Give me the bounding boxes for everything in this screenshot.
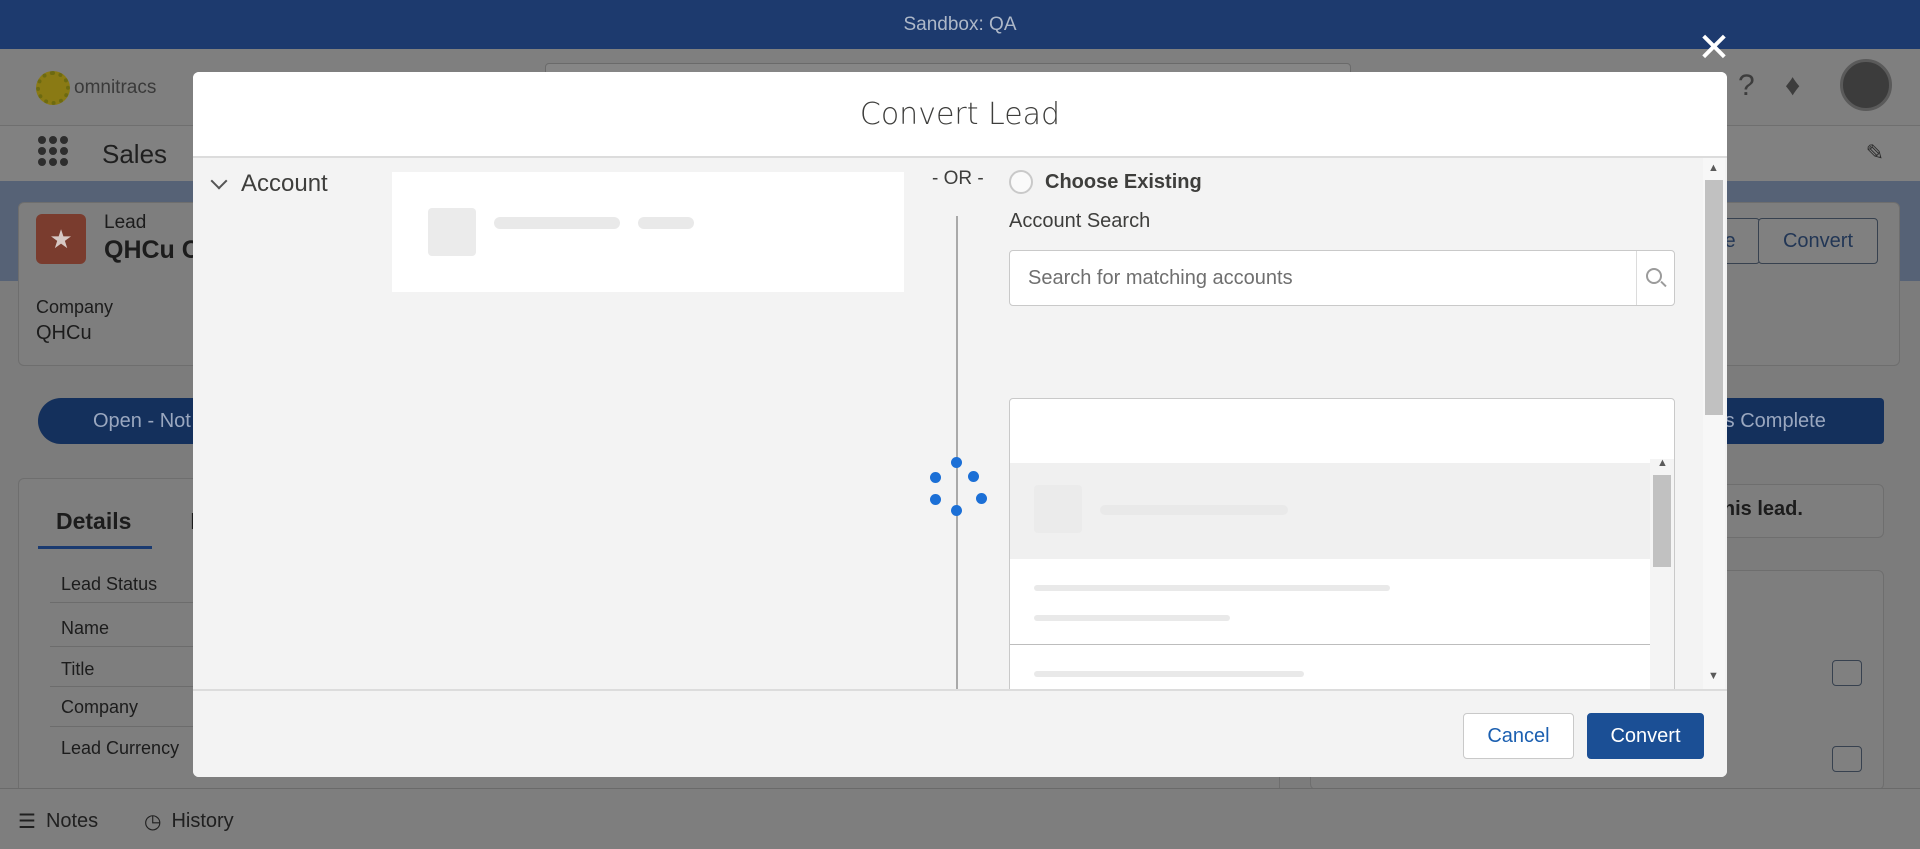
skeleton-avatar: [1034, 485, 1082, 533]
account-search-field[interactable]: [1009, 250, 1675, 306]
modal-title: Convert Lead: [193, 72, 1727, 158]
modal-body: Account - OR - Choose Existing Account S…: [193, 158, 1727, 689]
modal-footer: Cancel Convert: [193, 689, 1727, 777]
search-icon: [1646, 268, 1662, 284]
list-item[interactable]: [1010, 645, 1650, 689]
or-divider-line: [956, 216, 958, 689]
account-section-toggle[interactable]: Account: [207, 170, 328, 198]
modal-scroll-thumb[interactable]: [1705, 180, 1723, 415]
convert-button[interactable]: Convert: [1587, 713, 1704, 759]
scroll-up-arrow-icon[interactable]: ▲: [1657, 457, 1668, 469]
search-button[interactable]: [1636, 251, 1674, 305]
account-section-title: Account: [241, 170, 328, 197]
list-item[interactable]: [1010, 559, 1650, 645]
results-scroll-thumb[interactable]: [1653, 475, 1671, 567]
radio-button[interactable]: [1009, 170, 1033, 194]
cancel-button[interactable]: Cancel: [1463, 713, 1574, 759]
skeleton-line: [1034, 585, 1390, 591]
close-icon[interactable]: ✕: [1694, 28, 1734, 68]
skeleton-line: [1034, 671, 1304, 677]
skeleton-line: [494, 217, 620, 229]
skeleton-avatar: [428, 208, 476, 256]
account-search-input[interactable]: [1010, 251, 1630, 305]
account-search-label: Account Search: [1009, 210, 1151, 232]
create-new-account-card: [392, 172, 904, 292]
scroll-up-arrow-icon[interactable]: ▲: [1708, 162, 1719, 174]
choose-existing-radio[interactable]: Choose Existing: [1009, 170, 1202, 194]
skeleton-line: [638, 217, 694, 229]
results-scrollbar[interactable]: ▲: [1650, 457, 1674, 689]
modal-scrollbar[interactable]: ▲ ▼: [1703, 158, 1725, 689]
choose-existing-label: Choose Existing: [1045, 170, 1202, 193]
or-separator: - OR -: [932, 168, 984, 189]
loading-spinner-icon: [926, 454, 996, 524]
chevron-down-icon: [210, 172, 228, 190]
convert-lead-modal: Convert Lead Account - OR - Choose Exist…: [193, 72, 1727, 777]
scroll-down-arrow-icon[interactable]: ▼: [1708, 670, 1719, 682]
list-item[interactable]: [1010, 463, 1650, 559]
skeleton-line: [1034, 615, 1230, 621]
skeleton-line: [1100, 505, 1288, 515]
account-results-list: ▲: [1009, 398, 1675, 689]
